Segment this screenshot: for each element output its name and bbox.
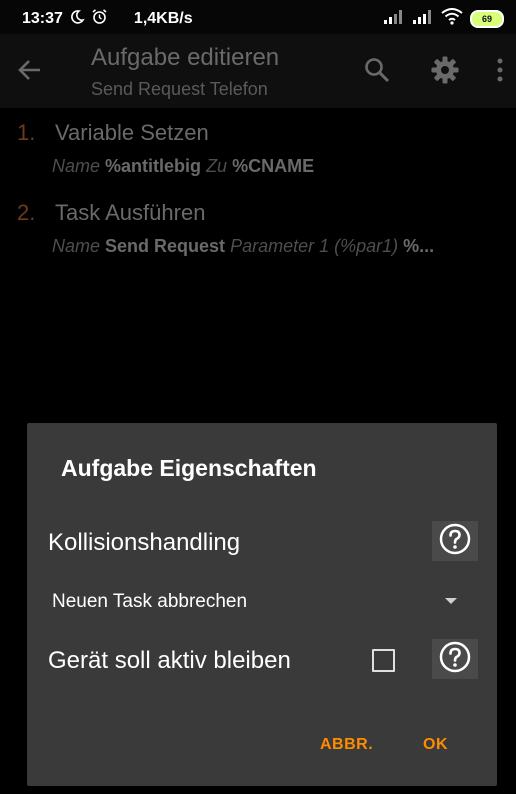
param-value: Send Request [105,236,226,256]
battery-icon: 69 [470,10,504,28]
search-icon[interactable] [363,56,391,89]
task-properties-dialog: Aufgabe Eigenschaften Kollisionshandling… [27,423,497,786]
alarm-icon [91,8,108,30]
status-right: 69 [383,8,504,30]
action-params: Name Send Request Parameter 1 (%par1) %.… [52,236,434,257]
ok-button[interactable]: OK [423,736,448,754]
cancel-button[interactable]: ABBR. [320,736,373,754]
dialog-title: Aufgabe Eigenschaften [61,455,317,481]
moon-icon [69,9,85,30]
action-number: 1. [17,120,36,145]
more-vert-icon[interactable] [496,56,504,89]
dropdown-arrow-icon[interactable] [445,598,457,604]
param-key: Name [52,156,101,176]
stay-awake-help-button[interactable] [432,639,478,679]
action-params: Name %antitlebig Zu %CNAME [52,156,314,177]
action-title: Task Ausführen [55,200,206,225]
battery-level: 69 [481,14,492,24]
action-number: 2. [17,200,36,225]
collision-handling-label: Kollisionshandling [48,529,241,556]
param-key: Zu [206,156,228,176]
gear-icon[interactable] [430,55,460,90]
param-value: %... [403,236,435,256]
param-key: Parameter 1 (%par1) [230,236,399,256]
help-icon [438,640,472,679]
help-icon [438,522,472,561]
action-item[interactable]: 1. Variable Setzen Name %antitlebig Zu %… [0,117,516,187]
status-left: 13:37 1,4KB/s [22,8,193,30]
action-item[interactable]: 2. Task Ausführen Name Send Request Para… [0,197,516,267]
param-value: %antitlebig [105,156,202,176]
collision-spinner[interactable]: Neuen Task abbrechen [52,591,247,613]
back-arrow-icon[interactable] [16,56,44,89]
status-time: 13:37 [22,10,63,27]
status-bar: 13:37 1,4KB/s 69 [0,0,516,34]
signal-icon-2 [412,9,434,29]
signal-icon [383,9,405,29]
param-key: Name [52,236,101,256]
action-title: Variable Setzen [55,120,209,145]
stay-awake-checkbox[interactable] [372,649,395,672]
param-value: %CNAME [232,156,315,176]
page-subtitle: Send Request Telefon [91,79,268,99]
screen: 13:37 1,4KB/s 69 Aufgabe editieren Send … [0,0,516,794]
collision-help-button[interactable] [432,521,478,561]
wifi-icon [441,8,463,30]
stay-awake-label: Gerät soll aktiv bleiben [48,647,291,674]
toolbar: Aufgabe editieren Send Request Telefon [0,34,516,108]
page-title: Aufgabe editieren [91,44,280,71]
network-speed: 1,4KB/s [133,10,193,27]
